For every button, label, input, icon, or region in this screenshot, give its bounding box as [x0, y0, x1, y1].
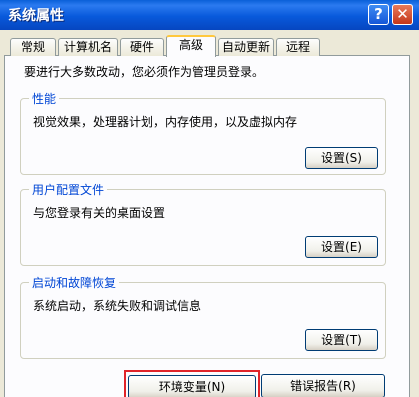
startup-recovery-settings-button[interactable]: 设置(T) [305, 329, 378, 351]
tab-remote[interactable]: 远程 [276, 38, 320, 56]
tab-strip: 常规 计算机名 硬件 高级 自动更新 远程 [0, 30, 419, 57]
tab-general[interactable]: 常规 [10, 38, 56, 56]
startup-recovery-description: 系统启动，系统失败和调试信息 [33, 299, 202, 313]
error-reporting-button[interactable]: 错误报告(R) [261, 374, 385, 397]
system-properties-window: 系统属性 ? ✕ 常规 计算机名 硬件 高级 自动更新 远程 要进行大多数改动，… [0, 0, 419, 397]
startup-recovery-group-title: 启动和故障恢复 [29, 274, 120, 291]
question-mark-icon: ? [374, 5, 383, 23]
user-profiles-group: 用户配置文件 与您登录有关的桌面设置 设置(E) [20, 181, 386, 266]
window-title: 系统属性 [8, 8, 64, 24]
tab-automatic-updates[interactable]: 自动更新 [218, 38, 274, 56]
tab-computer-name[interactable]: 计算机名 [58, 38, 118, 56]
performance-group: 性能 视觉效果，处理器计划，内存使用，以及虚拟内存 设置(S) [20, 90, 386, 175]
help-button[interactable]: ? [368, 4, 389, 25]
admin-notice: 要进行大多数改动，您必须作为管理员登录。 [24, 65, 265, 79]
performance-description: 视觉效果，处理器计划，内存使用，以及虚拟内存 [33, 115, 298, 129]
environment-variables-button[interactable]: 环境变量(N) [128, 375, 256, 397]
user-profiles-settings-button[interactable]: 设置(E) [305, 236, 378, 258]
user-profiles-group-title: 用户配置文件 [29, 181, 108, 198]
performance-group-title: 性能 [29, 90, 60, 107]
close-button[interactable]: ✕ [392, 4, 413, 25]
tab-hardware[interactable]: 硬件 [120, 38, 164, 56]
title-bar[interactable]: 系统属性 ? ✕ [0, 0, 419, 30]
close-icon: ✕ [396, 5, 409, 23]
startup-recovery-group: 启动和故障恢复 系统启动，系统失败和调试信息 设置(T) [20, 274, 386, 359]
tab-advanced[interactable]: 高级 [166, 35, 216, 57]
performance-settings-button[interactable]: 设置(S) [305, 147, 378, 169]
user-profiles-description: 与您登录有关的桌面设置 [33, 206, 166, 220]
env-variables-highlight: 环境变量(N) [124, 370, 260, 397]
